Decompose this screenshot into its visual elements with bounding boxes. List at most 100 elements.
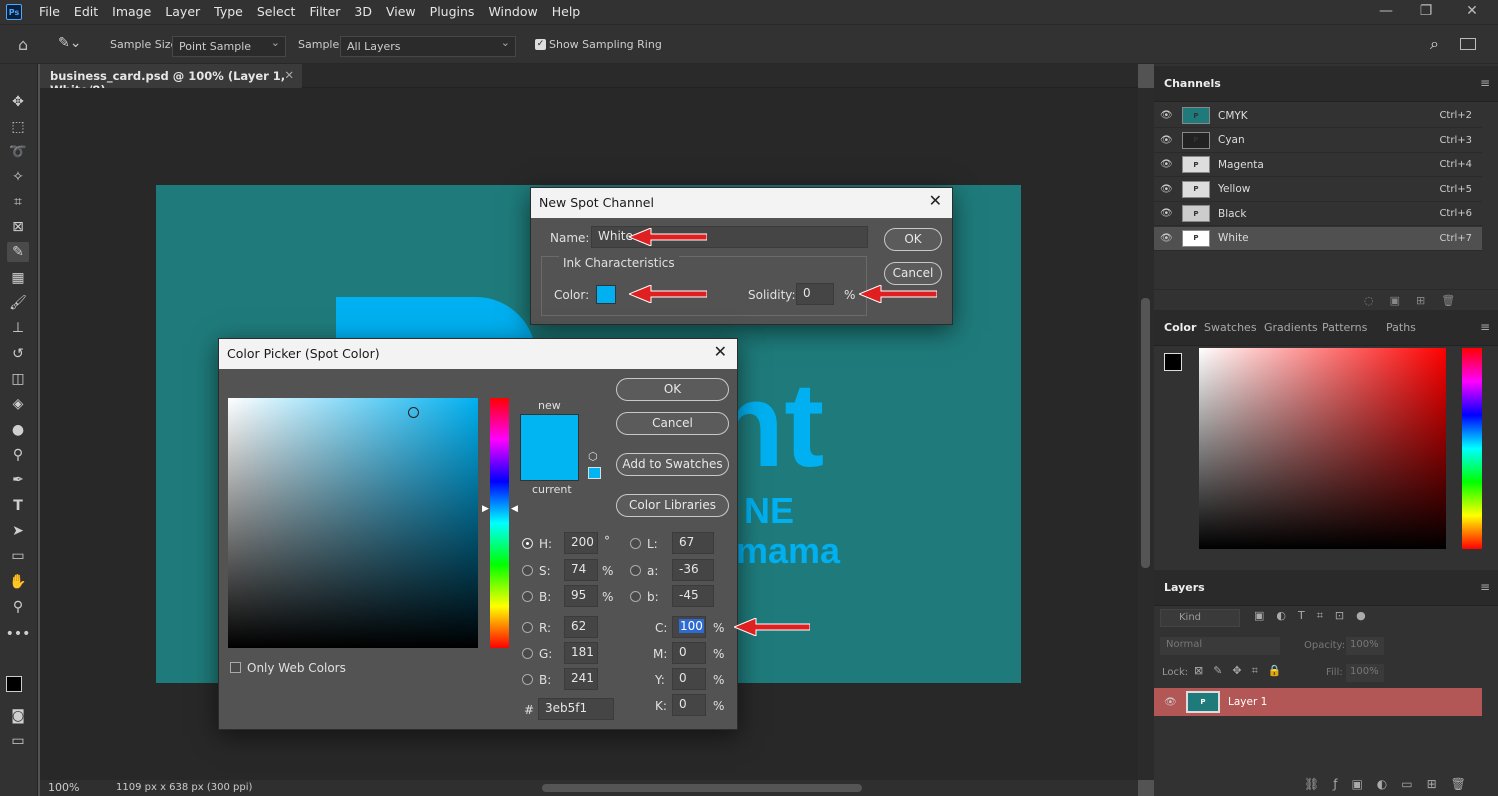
picker-cancel-button[interactable]: Cancel: [616, 412, 729, 435]
channel-visibility-icon[interactable]: 👁: [1160, 233, 1174, 244]
fill-field[interactable]: 100%: [1346, 664, 1384, 682]
healing-tool-icon[interactable]: ▦: [7, 268, 29, 288]
home-icon[interactable]: ⌂: [18, 35, 28, 54]
quick-select-icon[interactable]: ✧: [7, 167, 29, 187]
eraser-tool-icon[interactable]: ◫: [7, 369, 29, 389]
show-ring-checkbox[interactable]: ✓: [535, 39, 546, 50]
channel-row-cmyk[interactable]: 👁 P CMYK Ctrl+2: [1154, 104, 1482, 128]
tab-patterns[interactable]: Patterns: [1322, 321, 1367, 334]
blue-radio[interactable]: [522, 674, 533, 685]
blur-tool-icon[interactable]: ●: [7, 420, 29, 440]
menu-file[interactable]: File: [32, 0, 67, 24]
color-libraries-button[interactable]: Color Libraries: [616, 494, 729, 517]
tab-paths[interactable]: Paths: [1386, 321, 1416, 334]
s-radio[interactable]: [522, 565, 533, 576]
r-field[interactable]: 62: [564, 616, 598, 638]
maximize-icon[interactable]: ❐: [1406, 0, 1446, 24]
move-tool-icon[interactable]: ✥: [7, 92, 29, 112]
m-field[interactable]: 0: [672, 642, 706, 664]
history-brush-icon[interactable]: ↺: [7, 344, 29, 364]
b-radio[interactable]: [522, 591, 533, 602]
lasso-tool-icon[interactable]: ➰: [7, 142, 29, 162]
rectangle-tool-icon[interactable]: ▭: [7, 546, 29, 566]
g-field[interactable]: 181: [564, 642, 598, 664]
spot-cancel-button[interactable]: Cancel: [884, 262, 942, 285]
picker-close-icon[interactable]: ✕: [714, 342, 727, 361]
quick-mask-icon[interactable]: ◙: [7, 706, 29, 726]
dodge-tool-icon[interactable]: ⚲: [7, 445, 29, 465]
screen-mode-icon[interactable]: ▭: [7, 731, 29, 751]
menu-type[interactable]: Type: [207, 0, 250, 24]
layer-row[interactable]: 👁 P Layer 1: [1154, 688, 1482, 716]
menu-filter[interactable]: Filter: [302, 0, 347, 24]
picker-color-field[interactable]: [228, 398, 478, 648]
marquee-tool-icon[interactable]: ⬚: [7, 117, 29, 137]
scrollbar-thumb[interactable]: [1141, 298, 1150, 568]
minimize-icon[interactable]: —: [1366, 0, 1406, 24]
tab-color[interactable]: Color: [1164, 321, 1196, 334]
sample-size-select[interactable]: Point Sample: [172, 36, 286, 57]
vertical-scrollbar[interactable]: [1138, 88, 1154, 780]
close-tab-icon[interactable]: ✕: [284, 68, 294, 82]
channel-visibility-icon[interactable]: 👁: [1160, 110, 1174, 121]
layers-tab[interactable]: Layers: [1164, 581, 1205, 594]
menu-layer[interactable]: Layer: [158, 0, 207, 24]
menu-image[interactable]: Image: [105, 0, 158, 24]
tab-gradients[interactable]: Gradients: [1264, 321, 1318, 334]
color-field[interactable]: [1199, 348, 1446, 549]
layer-visibility-icon[interactable]: 👁: [1164, 697, 1178, 708]
solidity-field[interactable]: 0: [796, 283, 834, 305]
zoom-tool-icon[interactable]: ⚲: [7, 597, 29, 617]
lab-b-field[interactable]: -45: [672, 585, 714, 607]
color-panel-menu-icon[interactable]: ≡: [1480, 320, 1490, 334]
y-field[interactable]: 0: [672, 668, 706, 690]
h-radio[interactable]: [522, 538, 533, 549]
close-icon[interactable]: ✕: [1452, 0, 1492, 24]
out-of-gamut-cube-icon[interactable]: ⬡: [588, 450, 598, 463]
spot-color-swatch[interactable]: [596, 285, 616, 304]
spot-dialog-close-icon[interactable]: ✕: [929, 191, 942, 210]
horizontal-scroll-thumb[interactable]: [542, 784, 862, 792]
channel-row-magenta[interactable]: 👁 P Magenta Ctrl+4: [1154, 153, 1482, 177]
panel-menu-icon[interactable]: ≡: [1480, 76, 1490, 90]
lock-icons[interactable]: ⊠✎✥⌗🔒: [1194, 664, 1292, 678]
workspace-icon[interactable]: [1460, 38, 1476, 50]
channel-row-yellow[interactable]: 👁 P Yellow Ctrl+5: [1154, 178, 1482, 202]
menu-help[interactable]: Help: [545, 0, 588, 24]
channel-visibility-icon[interactable]: 👁: [1160, 159, 1174, 170]
g-radio[interactable]: [522, 648, 533, 659]
search-icon[interactable]: ⌕: [1430, 34, 1439, 54]
channel-visibility-icon[interactable]: 👁: [1160, 184, 1174, 195]
layers-panel-menu-icon[interactable]: ≡: [1480, 580, 1490, 594]
a-field[interactable]: -36: [672, 559, 714, 581]
channel-row-cyan[interactable]: 👁 P Cyan Ctrl+3: [1154, 129, 1482, 153]
r-radio[interactable]: [522, 622, 533, 633]
channel-visibility-icon[interactable]: 👁: [1160, 208, 1174, 219]
frame-tool-icon[interactable]: ⊠: [7, 217, 29, 237]
paint-bucket-icon[interactable]: ◈: [7, 394, 29, 414]
layer-filter-icons[interactable]: ▣◐T⌗⊡●: [1254, 609, 1378, 623]
picker-hue-slider[interactable]: [490, 398, 509, 648]
hue-slider-left-arrow[interactable]: ▶: [482, 504, 489, 514]
layers-footer-icons[interactable]: ⛓ƒ▣◐▭⊞🗑: [1304, 777, 1480, 791]
blue-field[interactable]: 241: [564, 668, 598, 690]
hue-slider[interactable]: [1462, 348, 1482, 549]
b-field[interactable]: 95: [564, 585, 598, 607]
blend-mode-select[interactable]: Normal: [1160, 637, 1280, 655]
pen-tool-icon[interactable]: ✒: [7, 470, 29, 490]
stamp-tool-icon[interactable]: ⊥: [7, 318, 29, 338]
hue-slider-right-arrow[interactable]: ◀: [511, 504, 518, 514]
eyedropper-preset-icon[interactable]: ✎⌄: [58, 35, 81, 51]
sample-select[interactable]: All Layers: [340, 36, 516, 57]
menu-select[interactable]: Select: [250, 0, 303, 24]
panel-fg-swatch[interactable]: [1164, 353, 1182, 371]
k-field[interactable]: 0: [672, 694, 706, 716]
more-tools-icon[interactable]: •••: [6, 624, 31, 644]
tab-swatches[interactable]: Swatches: [1204, 321, 1257, 334]
document-tab[interactable]: business_card.psd @ 100% (Layer 1, White…: [40, 64, 302, 97]
channels-tab[interactable]: Channels: [1164, 77, 1221, 90]
picker-ok-button[interactable]: OK: [616, 378, 729, 401]
brush-tool-icon[interactable]: 🖌: [7, 293, 29, 313]
type-tool-icon[interactable]: T: [7, 496, 29, 516]
eyedropper-tool-icon[interactable]: ✎: [7, 242, 29, 262]
